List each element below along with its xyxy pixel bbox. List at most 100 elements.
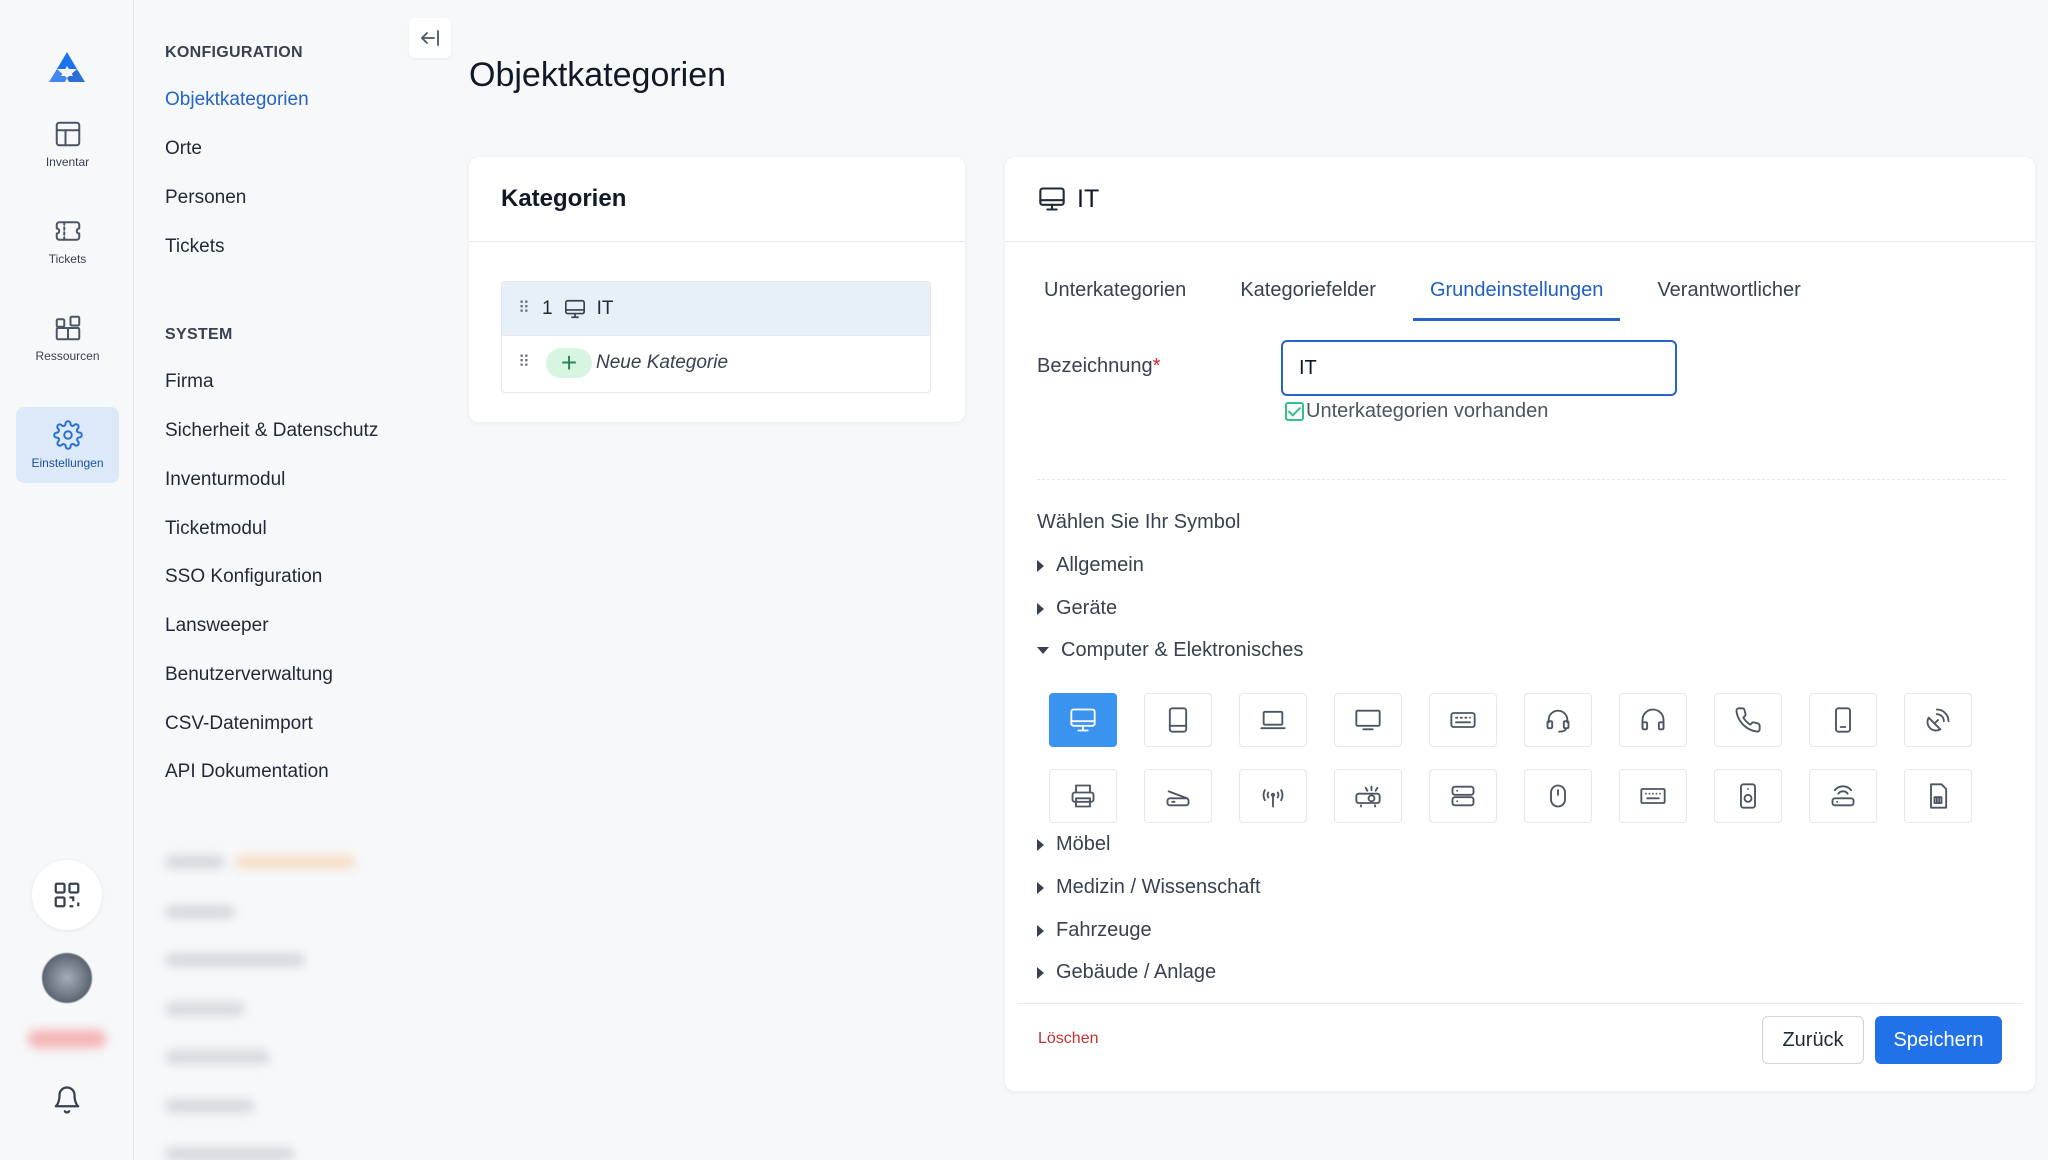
- symbol-smartphone[interactable]: [1809, 693, 1877, 747]
- symbol-laptop[interactable]: [1239, 693, 1307, 747]
- rail-item-inventar[interactable]: Inventar: [16, 106, 119, 182]
- sd-card-icon: [1930, 783, 1948, 809]
- symbol-desktop[interactable]: [1049, 693, 1117, 747]
- symbol-headphones[interactable]: [1619, 693, 1687, 747]
- section-label: Computer & Elektronisches: [1061, 639, 1304, 661]
- caret-right-icon: [1037, 924, 1044, 937]
- section-geraete[interactable]: Geräte: [1037, 597, 1117, 620]
- tab-grundeinstellungen[interactable]: Grundeinstellungen: [1412, 275, 1621, 321]
- sidebar-item-csv-import[interactable]: CSV-Datenimport: [165, 713, 313, 735]
- blurred-item: [165, 953, 305, 967]
- detail-tabs: Unterkategorien Kategoriefelder Grundein…: [1027, 275, 1838, 321]
- projector-icon: [1355, 785, 1381, 808]
- section-gebaeude[interactable]: Gebäude / Anlage: [1037, 961, 1216, 984]
- section-computer-elektronisches[interactable]: Computer & Elektronisches: [1037, 639, 1303, 662]
- antenna-icon: [1262, 789, 1284, 808]
- page-title: Objektkategorien: [469, 56, 727, 94]
- section-allgemein[interactable]: Allgemein: [1037, 554, 1144, 577]
- notifications-button[interactable]: [52, 1085, 82, 1115]
- new-category-label: Neue Kategorie: [596, 352, 729, 373]
- sidebar-item-objektkategorien[interactable]: Objektkategorien: [165, 89, 309, 111]
- tab-kategoriefelder[interactable]: Kategoriefelder: [1223, 275, 1393, 321]
- sidebar-item-firma[interactable]: Firma: [165, 371, 214, 393]
- sidebar-item-lansweeper[interactable]: Lansweeper: [165, 615, 269, 637]
- symbol-router[interactable]: [1809, 769, 1877, 823]
- sidebar-item-orte[interactable]: Orte: [165, 138, 202, 160]
- category-detail-card: IT Unterkategorien Kategoriefelder Grund…: [1005, 157, 2035, 1091]
- app-logo[interactable]: [47, 50, 87, 86]
- section-label: Gebäude / Anlage: [1056, 961, 1217, 983]
- blurred-item: [165, 905, 235, 919]
- sidebar-item-tickets[interactable]: Tickets: [165, 236, 224, 258]
- category-list: ⠿ 1 IT ⠿ + Neue Kategorie: [501, 281, 931, 393]
- new-category-row[interactable]: ⠿ + Neue Kategorie: [502, 336, 930, 390]
- drag-handle-icon: ⠿: [518, 354, 530, 371]
- blurred-item: [165, 1050, 270, 1064]
- symbol-server[interactable]: [1429, 769, 1497, 823]
- symbol-tablet[interactable]: [1144, 693, 1212, 747]
- symbol-antenna[interactable]: [1239, 769, 1307, 823]
- sidebar-item-benutzerverwaltung[interactable]: Benutzerverwaltung: [165, 664, 333, 686]
- sidebar-item-sicherheit[interactable]: Sicherheit & Datenschutz: [165, 420, 378, 442]
- save-button[interactable]: Speichern: [1875, 1016, 2002, 1064]
- bezeichnung-input[interactable]: [1281, 340, 1677, 396]
- checkbox-label: Unterkategorien vorhanden: [1306, 400, 1549, 422]
- table-icon: [55, 121, 80, 147]
- phone-icon: [1735, 707, 1761, 733]
- collapse-sidebar-button[interactable]: [409, 18, 451, 58]
- section-medizin[interactable]: Medizin / Wissenschaft: [1037, 876, 1261, 899]
- sidebar-item-sso[interactable]: SSO Konfiguration: [165, 566, 322, 588]
- category-number: 1: [542, 297, 553, 319]
- symbol-satellite[interactable]: [1904, 693, 1972, 747]
- symbol-keyboard-alt[interactable]: [1619, 769, 1687, 823]
- tab-unterkategorien[interactable]: Unterkategorien: [1027, 275, 1203, 321]
- sidebar-item-inventurmodul[interactable]: Inventurmodul: [165, 469, 285, 491]
- sidebar-item-api-docs[interactable]: API Dokumentation: [165, 761, 329, 783]
- drag-handle-icon[interactable]: ⠿: [518, 299, 532, 319]
- symbol-scanner[interactable]: [1144, 769, 1212, 823]
- monitor-icon: [564, 299, 585, 318]
- required-mark: *: [1152, 355, 1161, 377]
- section-label: Geräte: [1056, 597, 1118, 619]
- scanner-icon: [1166, 790, 1190, 807]
- divider: [1037, 479, 2005, 480]
- avatar[interactable]: [42, 953, 92, 1003]
- back-button[interactable]: Zurück: [1762, 1016, 1864, 1064]
- desktop-icon: [1070, 708, 1096, 732]
- section-label: Fahrzeuge: [1056, 919, 1152, 941]
- symbol-speaker[interactable]: [1714, 769, 1782, 823]
- printer-icon: [1071, 784, 1095, 808]
- unterkategorien-checkbox[interactable]: [1285, 402, 1304, 421]
- qr-code-button[interactable]: [32, 860, 102, 930]
- rail-item-einstellungen[interactable]: Einstellungen: [16, 407, 119, 483]
- symbol-printer[interactable]: [1049, 769, 1117, 823]
- section-heading-konfiguration: KONFIGURATION: [165, 44, 303, 61]
- symbol-projector[interactable]: [1334, 769, 1402, 823]
- symbol-headset[interactable]: [1524, 693, 1592, 747]
- unterkategorien-checkbox-row[interactable]: Unterkategorien vorhanden: [1285, 400, 1548, 423]
- rail-item-ressourcen[interactable]: Ressourcen: [16, 300, 119, 376]
- symbol-monitor[interactable]: [1334, 693, 1402, 747]
- sidebar-item-personen[interactable]: Personen: [165, 187, 246, 209]
- categories-card: Kategorien ⠿ 1 IT ⠿ + Neue Kategorie: [469, 157, 965, 422]
- ticket-icon: [55, 221, 80, 241]
- blurred-badge: [235, 855, 355, 869]
- rail-item-label: Inventar: [45, 155, 90, 169]
- rail-item-label: Einstellungen: [31, 456, 104, 470]
- collapse-left-icon: [420, 30, 439, 46]
- section-fahrzeuge[interactable]: Fahrzeuge: [1037, 919, 1152, 942]
- bezeichnung-label-text: Bezeichnung: [1037, 355, 1153, 377]
- caret-down-icon: [1037, 647, 1049, 654]
- smartphone-icon: [1835, 707, 1851, 733]
- symbol-phone[interactable]: [1714, 693, 1782, 747]
- section-moebel[interactable]: Möbel: [1037, 833, 1110, 856]
- tab-verantwortlicher[interactable]: Verantwortlicher: [1640, 275, 1817, 321]
- category-row-it[interactable]: ⠿ 1 IT: [502, 282, 930, 336]
- plus-icon[interactable]: +: [546, 348, 592, 378]
- symbol-mouse[interactable]: [1524, 769, 1592, 823]
- delete-link[interactable]: Löschen: [1038, 1030, 1099, 1048]
- symbol-sd-card[interactable]: [1904, 769, 1972, 823]
- symbol-keyboard[interactable]: [1429, 693, 1497, 747]
- rail-item-tickets[interactable]: Tickets: [16, 203, 119, 279]
- sidebar-item-ticketmodul[interactable]: Ticketmodul: [165, 518, 267, 540]
